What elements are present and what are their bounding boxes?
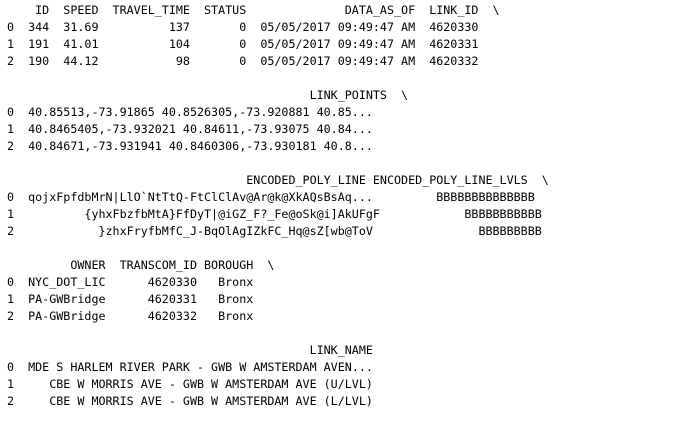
table-row: 1 40.8465405,-73.932021 40.84611,-73.930… bbox=[7, 122, 373, 136]
table-row: 0 344 31.69 137 0 05/05/2017 09:49:47 AM… bbox=[7, 20, 479, 34]
column-header-row: ID SPEED TRAVEL_TIME STATUS DATA_AS_OF L… bbox=[7, 3, 500, 17]
table-row: 0 NYC_DOT_LIC 4620330 Bronx bbox=[7, 275, 254, 289]
column-header-row: ENCODED_POLY_LINE ENCODED_POLY_LINE_LVLS… bbox=[7, 173, 549, 187]
table-row: 2 }zhxFryfbMfC_J-BqOlAgIZkFC_Hq@sZ[wb@To… bbox=[7, 224, 542, 238]
dataframe-block-5: LINK_NAME 0 MDE S HARLEM RIVER PARK - GW… bbox=[7, 342, 677, 410]
table-row: 1 191 41.01 104 0 05/05/2017 09:49:47 AM… bbox=[7, 37, 479, 51]
table-row: 1 {yhxFbzfbMtA}FfDyT|@iGZ_F?_Fe@oSk@i]Ak… bbox=[7, 207, 542, 221]
dataframe-block-3: ENCODED_POLY_LINE ENCODED_POLY_LINE_LVLS… bbox=[7, 172, 677, 240]
dataframe-block-4: OWNER TRANSCOM_ID BOROUGH \ 0 NYC_DOT_LI… bbox=[7, 257, 677, 325]
dataframe-block-1: ID SPEED TRAVEL_TIME STATUS DATA_AS_OF L… bbox=[7, 2, 677, 70]
table-row: 0 qojxFpfdbMrN|LlO`NtTtQ-FtClClAv@Ar@k@X… bbox=[7, 190, 535, 204]
console-output: ID SPEED TRAVEL_TIME STATUS DATA_AS_OF L… bbox=[7, 2, 677, 419]
table-row: 2 CBE W MORRIS AVE - GWB W AMSTERDAM AVE… bbox=[7, 394, 373, 408]
column-header-row: LINK_NAME bbox=[7, 343, 373, 357]
table-row: 1 CBE W MORRIS AVE - GWB W AMSTERDAM AVE… bbox=[7, 377, 373, 391]
table-row: 0 MDE S HARLEM RIVER PARK - GWB W AMSTER… bbox=[7, 360, 373, 374]
table-row: 2 190 44.12 98 0 05/05/2017 09:49:47 AM … bbox=[7, 54, 479, 68]
table-row: 2 40.84671,-73.931941 40.8460306,-73.930… bbox=[7, 139, 373, 153]
column-header-row: OWNER TRANSCOM_ID BOROUGH \ bbox=[7, 258, 275, 272]
table-row: 2 PA-GWBridge 4620332 Bronx bbox=[7, 309, 254, 323]
table-row: 1 PA-GWBridge 4620331 Bronx bbox=[7, 292, 254, 306]
column-header-row: LINK_POINTS \ bbox=[7, 88, 409, 102]
dataframe-block-2: LINK_POINTS \ 0 40.85513,-73.91865 40.85… bbox=[7, 87, 677, 155]
table-row: 0 40.85513,-73.91865 40.8526305,-73.9208… bbox=[7, 105, 373, 119]
